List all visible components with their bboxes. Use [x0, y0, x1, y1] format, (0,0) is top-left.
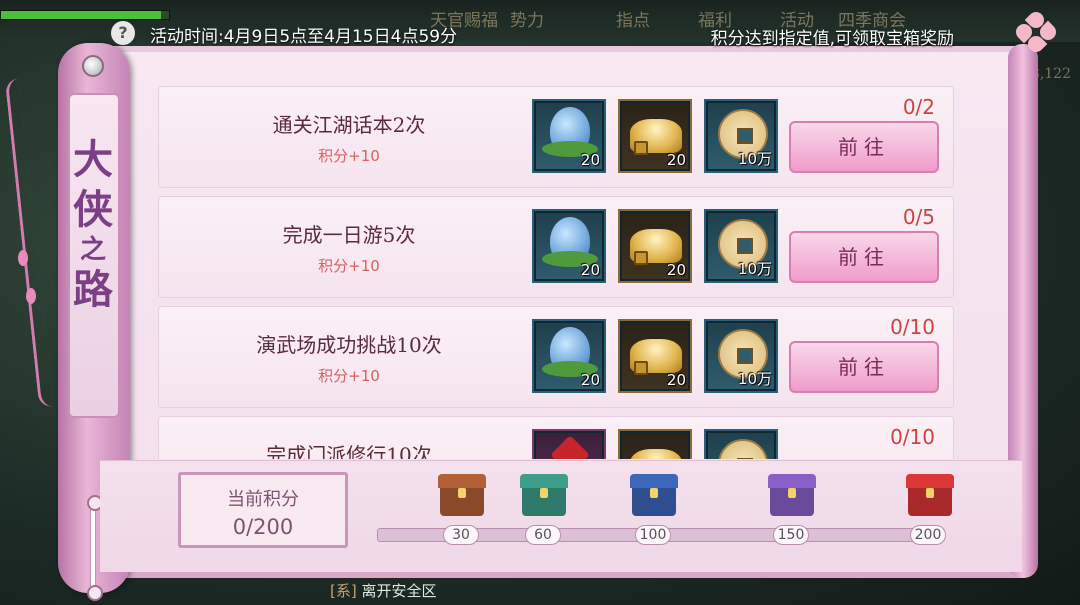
- bg-nav-item: 指点: [616, 11, 650, 31]
- title-char: 侠: [73, 186, 113, 233]
- title-char: 路: [73, 266, 113, 313]
- copper-coin-icon: [718, 439, 768, 459]
- milestone-label: 200: [910, 525, 946, 545]
- pin-icon: [82, 55, 104, 77]
- bronze-chest-icon[interactable]: [440, 474, 484, 516]
- go-button[interactable]: 前往: [789, 121, 939, 173]
- task-name: 完成门派修行10次: [266, 443, 432, 459]
- reward-item[interactable]: 10万: [704, 319, 778, 393]
- task-row: 完成门派修行10次 0/10: [158, 416, 954, 459]
- system-tag: [系]: [330, 582, 357, 600]
- flower-menu-icon[interactable]: [1012, 8, 1060, 56]
- red-chest-icon[interactable]: [908, 474, 952, 516]
- milestone-label: 100: [635, 525, 671, 545]
- reward-item[interactable]: 20: [618, 319, 692, 393]
- reward-item[interactable]: 10万: [704, 209, 778, 283]
- task-progress: 0/10: [890, 425, 935, 449]
- reward-item[interactable]: 20: [618, 209, 692, 283]
- reward-item[interactable]: 20: [618, 99, 692, 173]
- task-progress: 0/10: [890, 315, 935, 339]
- reward-item[interactable]: 20: [532, 99, 606, 173]
- jade-chest-icon[interactable]: [522, 474, 566, 516]
- bead-decoration: [18, 250, 28, 266]
- task-name: 完成一日游5次: [282, 223, 416, 247]
- task-progress: 0/2: [902, 95, 935, 119]
- milestone-label: 150: [773, 525, 809, 545]
- task-list[interactable]: 通关江湖话本2次 积分+10 20 20 10万 0/2 前往 完成一日游5次 …: [158, 86, 954, 459]
- blue-chest-icon[interactable]: [632, 474, 676, 516]
- panel-title: 大 侠 之 路: [63, 135, 123, 315]
- reward-item[interactable]: 20: [532, 319, 606, 393]
- bead-decoration: [26, 288, 36, 304]
- go-button[interactable]: 前往: [789, 231, 939, 283]
- current-score-box: 当前积分 0/200: [178, 472, 348, 548]
- reward-item[interactable]: [618, 429, 692, 459]
- system-message: [系] 离开安全区: [330, 580, 437, 601]
- reward-item[interactable]: [532, 429, 606, 459]
- title-char: 大: [73, 136, 113, 183]
- gold-ingot-icon: [630, 449, 682, 459]
- task-points: 积分+10: [318, 367, 380, 385]
- reward-item[interactable]: 20: [532, 209, 606, 283]
- lock-icon: [634, 141, 648, 155]
- task-progress: 0/5: [902, 205, 935, 229]
- lock-icon: [634, 361, 648, 375]
- system-text: 离开安全区: [361, 582, 437, 600]
- health-bar: [0, 10, 170, 20]
- score-value: 0/200: [232, 515, 294, 539]
- help-icon[interactable]: ?: [111, 21, 135, 45]
- task-row: 通关江湖话本2次 积分+10 20 20 10万 0/2 前往: [158, 86, 954, 188]
- activity-time: 活动时间:4月9日5点至4月15日4点59分: [150, 27, 458, 47]
- red-knot-icon: [550, 435, 590, 459]
- task-row: 完成一日游5次 积分+10 20 20 10万 0/5 前往: [158, 196, 954, 298]
- task-points: 积分+10: [318, 147, 380, 165]
- go-button[interactable]: 前往: [789, 341, 939, 393]
- lock-icon: [634, 251, 648, 265]
- task-name: 演武场成功挑战10次: [256, 333, 442, 357]
- scrollbar[interactable]: [87, 495, 103, 601]
- task-row: 演武场成功挑战10次 积分+10 20 20 10万 0/10 前往: [158, 306, 954, 408]
- reward-item[interactable]: [704, 429, 778, 459]
- milestone-label: 60: [525, 525, 561, 545]
- reward-hint: 积分达到指定值,可领取宝箱奖励: [710, 29, 954, 49]
- reward-item[interactable]: 10万: [704, 99, 778, 173]
- milestone-label: 30: [443, 525, 479, 545]
- bg-nav-item: 势力: [510, 11, 544, 31]
- purple-chest-icon[interactable]: [770, 474, 814, 516]
- score-label: 当前积分: [227, 489, 299, 510]
- task-name: 通关江湖话本2次: [272, 113, 426, 137]
- title-char: 之: [79, 235, 106, 265]
- task-points: 积分+10: [318, 257, 380, 275]
